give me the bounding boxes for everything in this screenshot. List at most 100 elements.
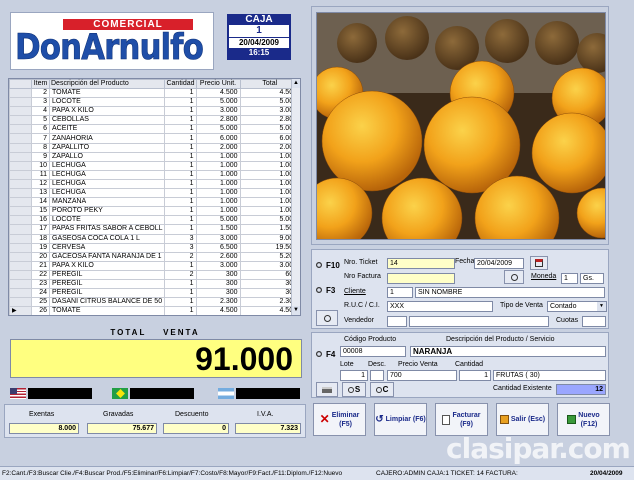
caja-label: CAJA — [245, 14, 273, 25]
table-cell: 1 — [164, 278, 197, 290]
producto-desc-field[interactable]: NARANJA — [410, 346, 606, 357]
table-cell: 5.000 — [195, 97, 241, 108]
table-row[interactable]: 20 GACEOSA FANTA NARANJA DE 1 2 2.600 5.200 — [9, 251, 300, 262]
codigo-label: Código Producto — [344, 336, 397, 343]
table-row[interactable]: 7 ZANAHORIA 1 6.000 6.000 — [9, 133, 300, 144]
table-cell: 1.000 — [195, 178, 241, 190]
table-row[interactable]: 21 PAPA X KILO 1 3.000 3.000 — [9, 260, 300, 271]
table-row[interactable]: 5 CEBOLLAS 1 2.800 2.800 — [9, 115, 300, 126]
table-row[interactable]: 13 LECHUGA 1 1.000 1.000 — [9, 188, 300, 199]
search-factura-button[interactable] — [504, 270, 524, 284]
table-header-row: Item Descripción del Producto Cantidad P… — [9, 79, 300, 89]
desc-field[interactable] — [370, 370, 384, 381]
column-header[interactable]: Descripción del Producto — [48, 79, 166, 89]
table-row[interactable]: 25 DASANI CITRUS BALANCE DE 50 1 2.300 2.300 — [9, 297, 300, 308]
table-cell: LOCOTE — [48, 97, 166, 108]
table-cell: 1 — [164, 124, 197, 135]
table-row[interactable]: 17 PAPAS FRITAS SABOR A CEBOLL 1 1.500 1.500 — [9, 224, 300, 235]
table-row[interactable]: 22PEREGIL2300600 — [9, 269, 300, 280]
table-row[interactable]: 10 LECHUGA 1 1.000 1.000 — [9, 160, 300, 171]
f10-key[interactable]: F10 — [314, 260, 340, 270]
search-icon — [375, 386, 382, 393]
column-header[interactable]: Item — [31, 79, 50, 89]
descuento-value: 0 — [163, 423, 229, 434]
table-cell: 9 — [31, 151, 50, 162]
search-s-button[interactable]: S — [342, 382, 366, 397]
fecha-field[interactable]: 20/04/2009 — [474, 258, 524, 269]
vendedor-code-field[interactable] — [387, 316, 407, 327]
gravadas-value: 75.677 — [87, 423, 157, 434]
table-row[interactable]: 16 LOCOTE 1 5.000 5.000 — [9, 215, 300, 226]
flag-usa-icon — [10, 388, 26, 399]
table-cell: 1 — [164, 142, 197, 153]
currency-usd-field — [28, 388, 92, 399]
table-row[interactable]: ▶ 26 TOMATE 1 4.500 4.500 — [9, 306, 300, 315]
total-panel: TOTAL VENTA 91.000 — [4, 324, 306, 384]
items-table-container[interactable]: Item Descripción del Producto Cantidad P… — [8, 78, 301, 316]
scroll-down-arrow[interactable]: ▼ — [292, 306, 300, 315]
table-cell: 25 — [31, 297, 50, 308]
table-row[interactable]: 12 LECHUGA 1 1.000 1.000 — [9, 178, 300, 190]
f3-label: F3 — [326, 285, 336, 295]
table-row[interactable]: 2 TOMATE 1 4.500 4.500 — [9, 87, 300, 99]
table-cell: 20 — [31, 251, 50, 262]
scroll-up-arrow[interactable]: ▲ — [292, 79, 300, 88]
f3-key[interactable]: F3 — [314, 285, 335, 295]
table-cell: 1 — [164, 288, 197, 299]
table-cell: 2.800 — [195, 115, 241, 126]
calendar-icon — [535, 259, 543, 267]
logo-main-text: DonArnulfo — [15, 27, 204, 69]
table-row[interactable]: 6 ACEITE 1 5.000 5.000 — [9, 124, 300, 135]
table-cell: 6.000 — [195, 133, 241, 144]
table-row[interactable]: 3 LOCOTE 1 5.000 5.000 — [9, 97, 300, 108]
cliente-label: Cliente — [344, 288, 366, 295]
ticket-label: Nro. Ticket — [344, 259, 378, 266]
cuotas-field[interactable] — [582, 316, 606, 327]
table-row[interactable]: 24PEREGIL1300300 — [9, 288, 300, 299]
table-cell: 1 — [164, 169, 197, 180]
ticket-field[interactable]: 14 — [387, 258, 455, 269]
cantidad-field[interactable]: 1 — [459, 370, 491, 381]
column-header[interactable]: Precio Unit. — [195, 79, 241, 89]
factura-field[interactable] — [387, 273, 455, 284]
table-row[interactable]: 23PEREGIL1300300 — [9, 278, 300, 290]
cliente-code-field[interactable]: 1 — [387, 287, 413, 298]
table-cell: 300 — [195, 278, 241, 290]
eliminar-button[interactable]: ✕ Eliminar (F5) — [313, 403, 366, 436]
search-c-button[interactable]: C — [370, 382, 394, 397]
total-value: 91.000 — [10, 339, 302, 378]
calendar-button[interactable] — [530, 256, 548, 270]
table-row[interactable]: 19 CERVESA 3 6.500 19.500 — [9, 242, 300, 253]
factura-label: Nro Factura — [344, 273, 381, 280]
lote-field[interactable]: 1 — [340, 370, 368, 381]
column-header[interactable]: Cantidad — [164, 79, 197, 89]
table-cell: GACEOSA FANTA NARANJA DE 1 — [48, 251, 166, 262]
table-row[interactable]: 9 ZAPALLO 1 1.000 1.000 — [9, 151, 300, 162]
codigo-field[interactable]: 00008 — [340, 346, 406, 357]
cliente-name-field[interactable]: SIN NOMBRE — [415, 287, 605, 298]
table-row[interactable]: 18 GASEOSA COCA COLA 1 L 3 3.000 9.000 — [9, 233, 300, 244]
watermark: clasipar.com — [446, 432, 631, 465]
row-indicator — [9, 224, 32, 235]
table-row[interactable]: 4 PAPA X KILO 1 3.000 3.000 — [9, 106, 300, 117]
table-cell: 1 — [164, 106, 197, 117]
precio-field[interactable]: 700 — [387, 370, 457, 381]
table-row[interactable]: 15 POROTO PEKY 1 1.000 1.000 — [9, 206, 300, 217]
moneda-field[interactable]: 1 — [561, 273, 578, 284]
table-row[interactable]: 14 MANZANA 1 1.000 1.000 — [9, 197, 300, 208]
lote-label: Lote — [340, 361, 354, 368]
categoria-field: FRUTAS ( 30) — [493, 370, 606, 381]
table-cell: LECHUGA — [48, 169, 166, 180]
table-row[interactable]: 11 LECHUGA 1 1.000 1.000 — [9, 169, 300, 180]
tipo-venta-select[interactable]: Contado ▼ — [547, 301, 607, 312]
table-cell: TOMATE — [48, 306, 166, 315]
table-cell: 22 — [31, 269, 50, 280]
ruc-field[interactable]: XXX — [387, 301, 493, 312]
table-scrollbar[interactable]: ▲ ▼ — [291, 79, 300, 315]
limpiar-button[interactable]: ↺ Limpiar (F6) — [374, 403, 427, 436]
table-row[interactable]: 8 ZAPALLITO 1 2.000 2.000 — [9, 142, 300, 153]
f4-key[interactable]: F4 — [314, 349, 335, 359]
search-vendedor-button[interactable] — [316, 310, 338, 326]
print-button[interactable] — [316, 382, 338, 397]
vendedor-name-field[interactable] — [409, 316, 549, 327]
